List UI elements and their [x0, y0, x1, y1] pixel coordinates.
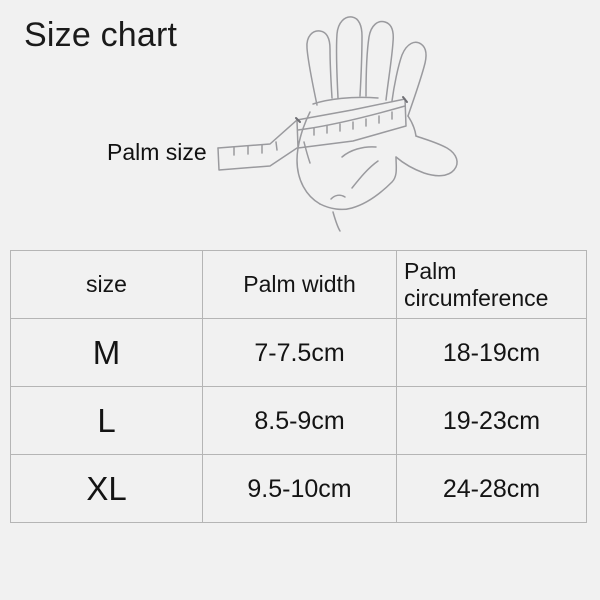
table-row: XL 9.5-10cm 24-28cm: [10, 454, 587, 523]
column-header-palm-circumference: Palm circumference: [396, 250, 587, 319]
cell-palm-circumference: 19-23cm: [396, 386, 587, 455]
table-row: M 7-7.5cm 18-19cm: [10, 318, 587, 387]
cell-palm-width: 7-7.5cm: [202, 318, 397, 387]
cell-palm-circumference: 18-19cm: [396, 318, 587, 387]
cell-palm-width: 8.5-9cm: [202, 386, 397, 455]
cell-palm-circumference: 24-28cm: [396, 454, 587, 523]
cell-size: M: [10, 318, 203, 387]
size-chart-table: size Palm width Palm circumference M 7-7…: [10, 250, 587, 523]
cell-palm-width: 9.5-10cm: [202, 454, 397, 523]
size-chart-page: Size chart Palm size size Palm width Pal…: [0, 0, 600, 600]
column-header-palm-width: Palm width: [202, 250, 397, 319]
size-chart-table-container: size Palm width Palm circumference M 7-7…: [10, 250, 587, 523]
page-title: Size chart: [24, 16, 178, 54]
hand-palm-with-measuring-tape-icon: [200, 0, 470, 245]
cell-size: L: [10, 386, 203, 455]
palm-size-label: Palm size: [107, 139, 207, 165]
cell-size: XL: [10, 454, 203, 523]
table-header-row: size Palm width Palm circumference: [10, 250, 587, 319]
table-row: L 8.5-9cm 19-23cm: [10, 386, 587, 455]
column-header-size: size: [10, 250, 203, 319]
